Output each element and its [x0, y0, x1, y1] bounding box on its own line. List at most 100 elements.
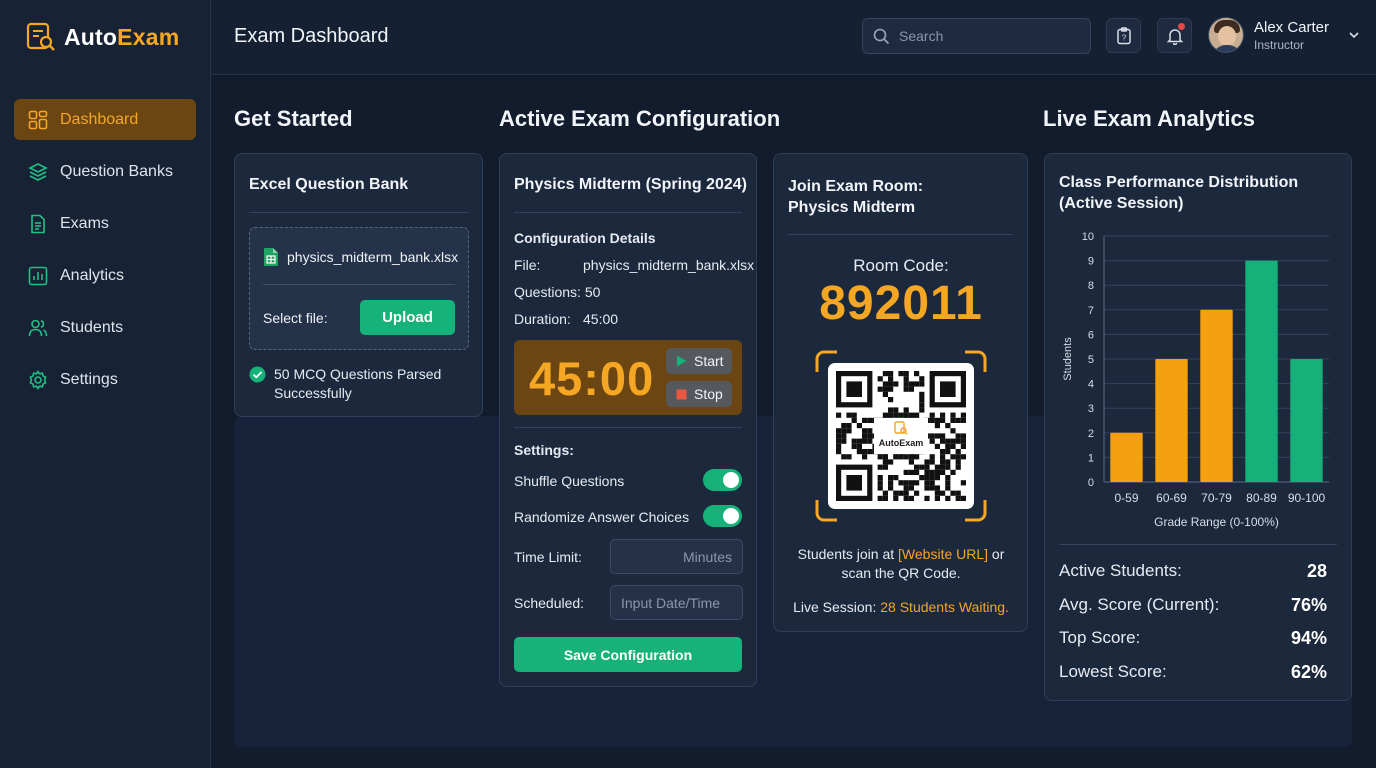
- user-info: Alex Carter Instructor: [1254, 19, 1329, 52]
- scheduled-input[interactable]: [610, 585, 743, 620]
- qr-module: [846, 428, 852, 434]
- search-box[interactable]: [862, 18, 1091, 54]
- sidebar-item-label: Analytics: [60, 266, 125, 284]
- logo-text-part1: Auto: [64, 23, 118, 50]
- qr-module: [877, 386, 883, 392]
- bar-0-59: [1110, 432, 1143, 482]
- qr-module: [856, 438, 862, 444]
- avatar: [1208, 17, 1244, 53]
- qr-module: [888, 459, 894, 465]
- stat-label: Top Score:: [1059, 628, 1141, 647]
- exam-clipboard-button[interactable]: ?: [1106, 18, 1141, 53]
- chart-title-line-2: (Active Session): [1059, 195, 1184, 212]
- stat-avg-score: Avg. Score (Current): 76%: [1059, 595, 1327, 616]
- qr-module: [945, 423, 951, 429]
- qr-module: [841, 438, 847, 444]
- qr-module: [950, 469, 956, 475]
- qr-module: [908, 485, 914, 491]
- join-line-2: scan the QR Code.: [841, 565, 961, 581]
- file-dropzone[interactable]: physics_midterm_bank.xlsx Select file: U…: [249, 227, 469, 350]
- qr-module: [888, 397, 894, 403]
- qr-module: [914, 469, 920, 475]
- sidebar-item-exams[interactable]: Exams: [14, 203, 196, 244]
- notifications-button[interactable]: [1157, 18, 1192, 53]
- qr-module: [950, 443, 956, 449]
- chart-title: Class Performance Distribution (Active S…: [1059, 172, 1298, 214]
- qr-module: [877, 485, 883, 491]
- search-input[interactable]: [899, 28, 1079, 44]
- qr-module: [914, 464, 920, 470]
- qr-module: [914, 371, 920, 377]
- qr-module: [940, 433, 946, 439]
- qr-module: [903, 386, 909, 392]
- sidebar-item-settings[interactable]: Settings: [14, 359, 196, 400]
- save-configuration-button[interactable]: Save Configuration: [514, 637, 742, 672]
- user-menu[interactable]: Alex Carter Instructor: [1208, 17, 1361, 53]
- qr-module: [934, 464, 940, 470]
- qr-module: [882, 454, 888, 460]
- scheduled-label: Scheduled:: [514, 595, 585, 611]
- qr-module: [836, 433, 842, 439]
- start-button[interactable]: Start: [666, 348, 732, 374]
- qr-module: [882, 495, 888, 501]
- stat-value: 76%: [1290, 595, 1327, 615]
- x-tick-label: 70-79: [1201, 491, 1232, 505]
- qr-module: [950, 412, 956, 418]
- live-session-status: Live Session: 28 Students Waiting.: [774, 598, 1028, 617]
- time-limit-label: Time Limit:: [514, 549, 582, 565]
- qr-module: [877, 464, 883, 470]
- qr-module: [950, 417, 956, 423]
- qr-module: [929, 480, 935, 486]
- qr-module: [960, 417, 966, 423]
- qr-module: [867, 433, 873, 439]
- qr-module: [940, 469, 946, 475]
- divider: [1059, 544, 1337, 545]
- qr-module: [934, 423, 940, 429]
- layers-icon: [28, 162, 48, 181]
- qr-module: [924, 464, 930, 470]
- app-logo[interactable]: AutoExam: [26, 22, 179, 52]
- qr-module: [914, 480, 920, 486]
- qr-module: [867, 428, 873, 434]
- sidebar-item-students[interactable]: Students: [14, 307, 196, 348]
- room-code: 892011: [819, 277, 983, 330]
- qr-module: [888, 485, 894, 491]
- qr-finder-core: [846, 475, 862, 491]
- qr-module: [955, 449, 961, 455]
- y-tick-label: 5: [1088, 354, 1094, 366]
- qr-module: [919, 376, 925, 382]
- sidebar-item-dashboard[interactable]: Dashboard: [14, 99, 196, 140]
- excel-question-bank-card: Excel Question Bank physics_midterm_bank…: [234, 153, 483, 417]
- status-line-2: Successfully: [274, 385, 352, 401]
- qr-module: [955, 417, 961, 423]
- x-tick-label: 80-89: [1246, 491, 1277, 505]
- qr-module: [955, 464, 961, 470]
- qr-module: [945, 480, 951, 486]
- sidebar: AutoExam Dashboard Question Banks Exams: [0, 0, 211, 768]
- qr-module: [945, 464, 951, 470]
- shuffle-toggle[interactable]: [703, 469, 742, 491]
- notification-dot: [1178, 23, 1185, 30]
- website-url-link[interactable]: [Website URL]: [898, 546, 988, 562]
- stop-button[interactable]: Stop: [666, 381, 732, 407]
- play-icon: [677, 355, 687, 367]
- page-title: Exam Dashboard: [234, 25, 389, 47]
- qr-module: [929, 433, 935, 439]
- live-session-value: 28 Students Waiting.: [880, 599, 1009, 615]
- qr-module: [955, 490, 961, 496]
- time-limit-input[interactable]: [610, 539, 743, 574]
- sidebar-item-question-banks[interactable]: Question Banks: [14, 151, 196, 192]
- qr-module: [924, 485, 930, 491]
- qr-module: [888, 475, 894, 481]
- parse-status-text: 50 MCQ Questions Parsed Successfully: [274, 365, 441, 403]
- qr-code[interactable]: AutoExam: [815, 350, 987, 522]
- qr-module: [919, 464, 925, 470]
- config-details-heading: Configuration Details: [514, 230, 656, 246]
- qr-module: [934, 433, 940, 439]
- dashboard-grid-icon: [28, 110, 48, 129]
- sidebar-item-analytics[interactable]: Analytics: [14, 255, 196, 296]
- qr-module: [898, 480, 904, 486]
- upload-button[interactable]: Upload: [360, 300, 455, 335]
- user-role: Instructor: [1254, 37, 1305, 52]
- randomize-toggle[interactable]: [703, 505, 742, 527]
